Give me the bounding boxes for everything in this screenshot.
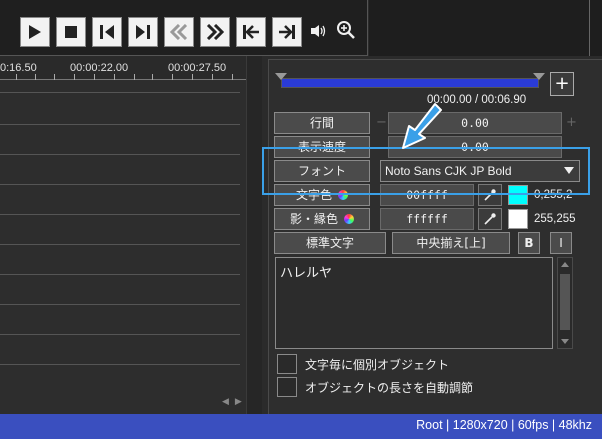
shadow-color-value[interactable]: ffffff	[380, 208, 474, 230]
prev-frame-icon	[100, 25, 114, 39]
shadow-color-rgb: 255,255	[534, 213, 576, 225]
track-divider	[0, 244, 240, 245]
increment-icon[interactable]: +	[566, 112, 577, 134]
shadow-color-row: 影・縁色 ffffff 255,255	[274, 208, 594, 230]
color-wheel-icon	[344, 214, 354, 224]
ruler-label: 00:00:22.00	[70, 62, 129, 74]
track-divider	[0, 304, 240, 305]
track-divider	[0, 184, 240, 185]
eyedropper-button[interactable]	[478, 208, 502, 230]
status-bar: Root | 1280x720 | 60fps | 48khz	[0, 414, 602, 439]
fast-forward-button[interactable]	[200, 17, 230, 47]
track-divider	[0, 124, 240, 125]
next-frame-button[interactable]	[128, 17, 158, 47]
ruler-label: 0:16.50	[0, 62, 37, 74]
timeline-scrollbar[interactable]	[246, 56, 262, 414]
track-divider	[0, 214, 240, 215]
add-button[interactable]: +	[550, 72, 574, 96]
track-divider	[0, 154, 240, 155]
transport-bar	[0, 0, 368, 56]
rewind-icon	[170, 24, 188, 40]
top-right-area	[369, 0, 602, 56]
volume-icon[interactable]	[310, 24, 326, 38]
individual-object-checkbox[interactable]	[277, 354, 297, 374]
text-content-input[interactable]: ハレルヤ	[275, 257, 553, 349]
shadow-color-swatch[interactable]	[508, 209, 528, 229]
status-text: Root | 1280x720 | 60fps | 48khz	[416, 418, 592, 432]
zoom-icon[interactable]	[336, 20, 356, 40]
go-to-start-button[interactable]	[236, 17, 266, 47]
shadow-color-label: 影・縁色	[289, 212, 338, 226]
line-spacing-button[interactable]: 行間	[274, 112, 370, 134]
timeline[interactable]: 0:16.50 00:00:22.00 00:00:27.50 ◀▶	[0, 56, 262, 414]
track-divider	[0, 274, 240, 275]
fast-forward-icon	[206, 24, 224, 40]
auto-length-label: オブジェクトの長さを自動調節	[305, 381, 474, 395]
go-to-end-icon	[279, 25, 295, 39]
end-marker[interactable]	[533, 73, 545, 80]
track-divider	[0, 364, 240, 365]
play-button[interactable]	[20, 17, 50, 47]
time-ruler[interactable]: 0:16.50 00:00:22.00 00:00:27.50	[0, 56, 246, 80]
text-scrollbar[interactable]	[557, 257, 573, 349]
go-to-start-icon	[243, 25, 259, 39]
callout-arrow-icon	[402, 103, 442, 149]
bold-button[interactable]: B	[518, 232, 540, 254]
auto-length-checkbox[interactable]	[277, 377, 297, 397]
alignment-button[interactable]: 中央揃え[上]	[392, 232, 510, 254]
timeline-scroll-arrows[interactable]: ◀▶	[222, 397, 248, 407]
shadow-color-button[interactable]: 影・縁色	[274, 208, 370, 230]
stop-icon	[65, 26, 77, 38]
font-row-highlight	[262, 147, 590, 195]
start-marker[interactable]	[275, 73, 287, 80]
prev-frame-button[interactable]	[92, 17, 122, 47]
next-frame-icon	[136, 25, 150, 39]
rewind-button[interactable]	[164, 17, 194, 47]
individual-object-label: 文字毎に個別オブジェクト	[305, 358, 450, 372]
text-style-row: 標準文字 中央揃え[上] B I	[274, 232, 594, 254]
track-divider	[0, 92, 240, 93]
mini-timeline[interactable]	[275, 73, 545, 92]
track-divider	[0, 334, 240, 335]
ruler-label: 00:00:27.50	[168, 62, 227, 74]
play-icon	[29, 25, 41, 39]
mini-timeline-bar[interactable]	[281, 78, 539, 88]
go-to-end-button[interactable]	[272, 17, 302, 47]
standard-text-button[interactable]: 標準文字	[274, 232, 386, 254]
eyedropper-icon	[484, 213, 496, 225]
decrement-icon[interactable]: −	[376, 112, 387, 134]
stop-button[interactable]	[56, 17, 86, 47]
italic-button[interactable]: I	[550, 232, 572, 254]
